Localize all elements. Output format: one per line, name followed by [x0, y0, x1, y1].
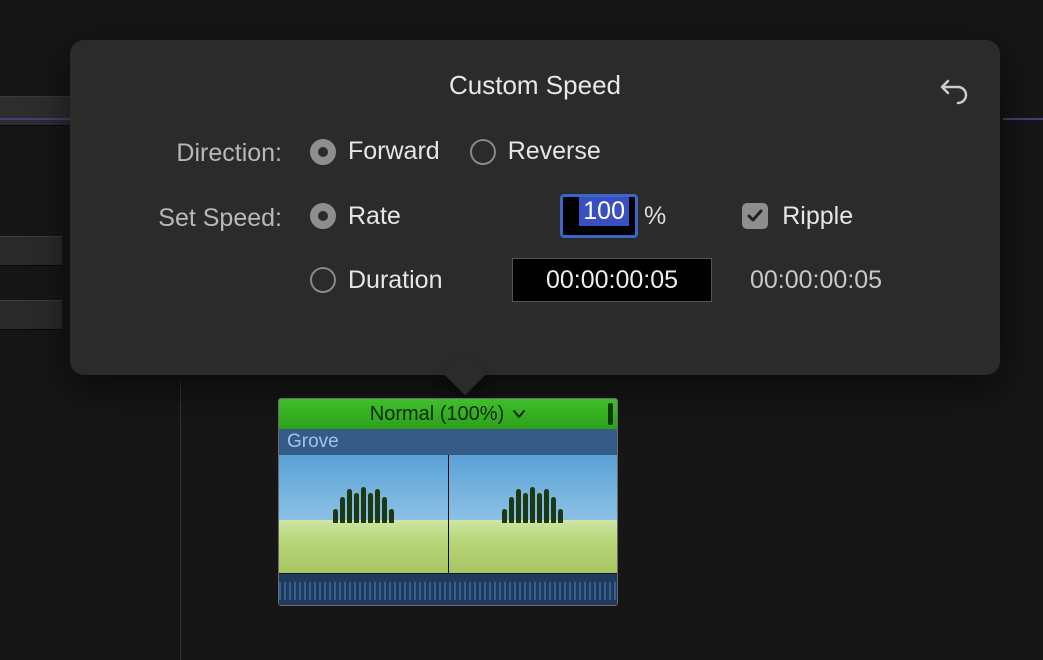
speed-duration-radio[interactable]: Duration	[310, 266, 466, 295]
duration-readout: 00:00:00:05	[750, 266, 882, 295]
radio-label: Rate	[348, 202, 401, 231]
spacer	[110, 278, 310, 282]
undo-icon	[934, 72, 970, 108]
timeline-track	[0, 236, 62, 266]
clip-thumbnails	[279, 455, 617, 573]
speed-bar-handle[interactable]	[608, 403, 613, 425]
set-speed-row-duration: Duration 00:00:00:05 00:00:00:05	[110, 258, 960, 302]
rate-input[interactable]: 100	[560, 194, 638, 238]
direction-reverse-radio[interactable]: Reverse	[470, 137, 601, 166]
radio-icon	[470, 139, 496, 165]
clip-thumbnail	[449, 455, 618, 573]
speed-rate-radio[interactable]: Rate	[310, 202, 466, 231]
rate-value: 100	[579, 197, 629, 226]
popover-tail	[444, 353, 486, 395]
set-speed-label: Set Speed:	[110, 200, 310, 233]
radio-icon	[310, 267, 336, 293]
checkbox-label: Ripple	[782, 202, 853, 231]
radio-label: Duration	[348, 266, 443, 295]
clip-name: Grove	[279, 429, 617, 455]
direction-row: Direction: Forward Reverse	[110, 135, 960, 168]
duration-input[interactable]: 00:00:00:05	[512, 258, 712, 302]
rate-suffix: %	[644, 202, 666, 231]
timeline-divider	[180, 380, 181, 660]
radio-icon	[310, 139, 336, 165]
radio-label: Reverse	[508, 137, 601, 166]
radio-icon	[310, 203, 336, 229]
popover-title: Custom Speed	[110, 70, 960, 101]
timeline-track	[0, 300, 62, 330]
clip-speed-bar[interactable]: Normal (100%)	[279, 399, 617, 429]
clip-thumbnail	[279, 455, 449, 573]
radio-label: Forward	[348, 137, 440, 166]
custom-speed-popover: Custom Speed Direction: Forward Reverse …	[70, 40, 1000, 375]
timeline-clip[interactable]: Normal (100%) Grove	[278, 398, 618, 606]
direction-label: Direction:	[110, 135, 310, 168]
chevron-down-icon	[512, 407, 526, 421]
clip-speed-label: Normal (100%)	[370, 403, 504, 426]
checkbox-icon	[742, 203, 768, 229]
clip-audio-waveform	[279, 573, 617, 606]
undo-button[interactable]	[934, 72, 970, 108]
direction-forward-radio[interactable]: Forward	[310, 137, 440, 166]
ripple-checkbox[interactable]: Ripple	[742, 202, 853, 231]
timeline-marker	[1003, 118, 1043, 120]
set-speed-row-rate: Set Speed: Rate 100 % Ripple	[110, 194, 960, 238]
